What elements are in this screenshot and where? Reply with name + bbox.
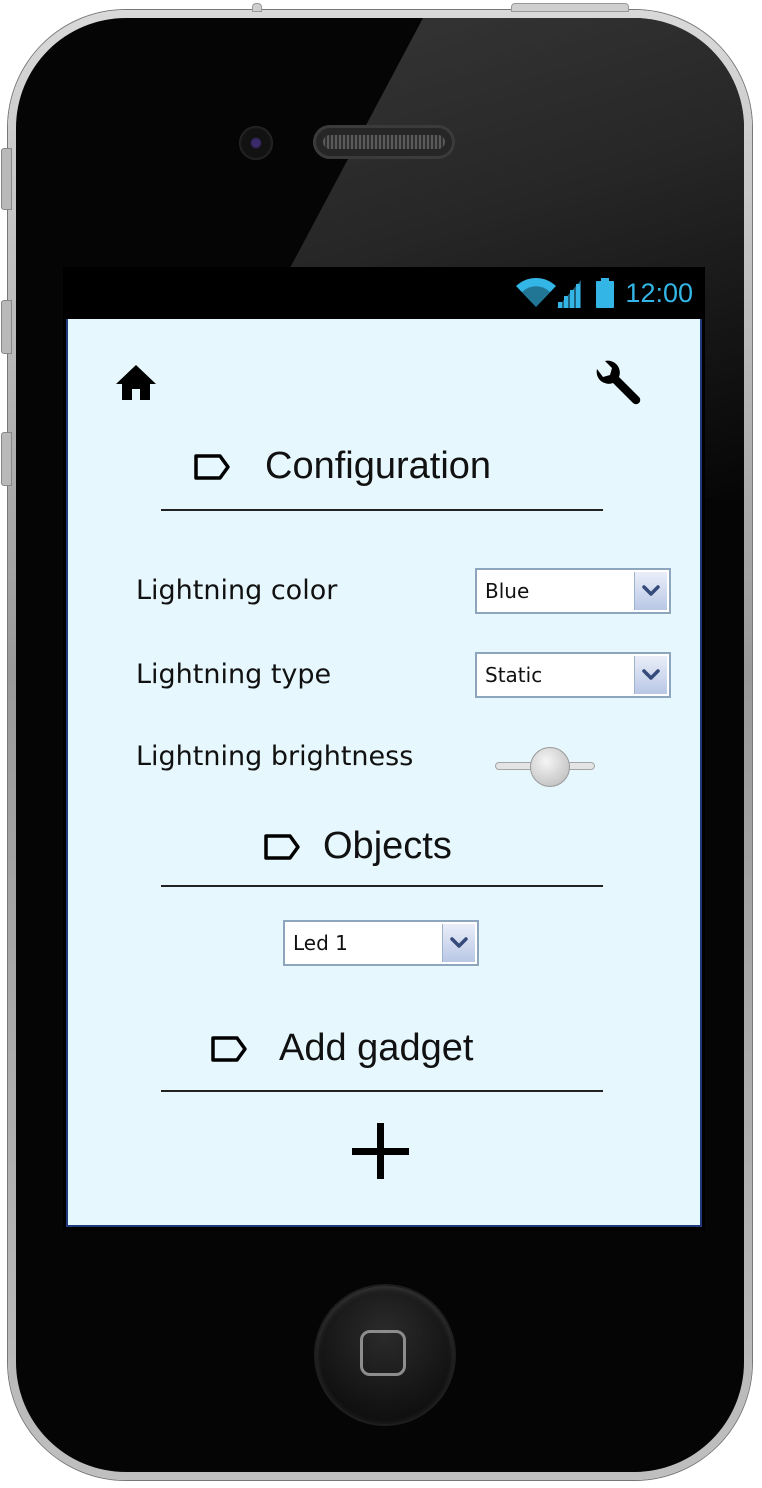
power-button — [511, 3, 629, 12]
home-button-square-icon — [360, 1330, 406, 1376]
configuration-divider — [161, 509, 603, 511]
lightning-color-label: Lightning color — [136, 575, 338, 606]
earpiece-speaker — [313, 125, 455, 159]
plus-icon[interactable] — [351, 1121, 411, 1181]
slider-knob[interactable] — [530, 747, 570, 787]
tag-icon — [194, 454, 230, 480]
app-content: Configuration Lightning color Blue Light… — [66, 319, 702, 1227]
mute-switch — [1, 148, 12, 210]
objects-divider — [161, 885, 603, 887]
tag-icon — [211, 1036, 247, 1062]
volume-up-button — [1, 300, 12, 354]
volume-down-button — [1, 432, 12, 486]
configuration-title: Configuration — [265, 445, 492, 487]
status-bar: 12:00 — [63, 267, 705, 319]
dropdown-button[interactable] — [634, 572, 667, 610]
signal-icon — [557, 280, 581, 308]
object-select-value: Led 1 — [293, 931, 348, 955]
chevron-down-icon — [642, 669, 660, 680]
objects-title: Objects — [323, 825, 452, 867]
add-gadget-divider — [161, 1090, 603, 1092]
dropdown-button[interactable] — [442, 924, 475, 962]
chevron-down-icon — [450, 937, 468, 948]
object-select[interactable]: Led 1 — [283, 920, 479, 966]
lightning-color-value: Blue — [485, 579, 530, 603]
chevron-down-icon — [642, 585, 660, 596]
wifi-icon — [516, 278, 556, 307]
brightness-slider[interactable] — [495, 747, 595, 787]
lightning-brightness-label: Lightning brightness — [136, 741, 414, 772]
wrench-icon[interactable] — [593, 359, 643, 409]
home-button[interactable] — [316, 1286, 454, 1424]
add-gadget-title: Add gadget — [279, 1027, 474, 1069]
lightning-type-label: Lightning type — [136, 659, 332, 690]
screen: 12:00 Configuration Lightning color Blue… — [63, 267, 705, 1231]
lightning-type-value: Static — [485, 663, 543, 687]
home-icon[interactable] — [114, 363, 158, 403]
status-time: 12:00 — [625, 278, 693, 308]
lightning-type-select[interactable]: Static — [475, 652, 671, 698]
top-notch — [252, 3, 262, 12]
front-camera — [239, 126, 273, 160]
tag-icon — [264, 834, 300, 860]
lightning-color-select[interactable]: Blue — [475, 568, 671, 614]
dropdown-button[interactable] — [634, 656, 667, 694]
battery-icon — [596, 278, 614, 308]
